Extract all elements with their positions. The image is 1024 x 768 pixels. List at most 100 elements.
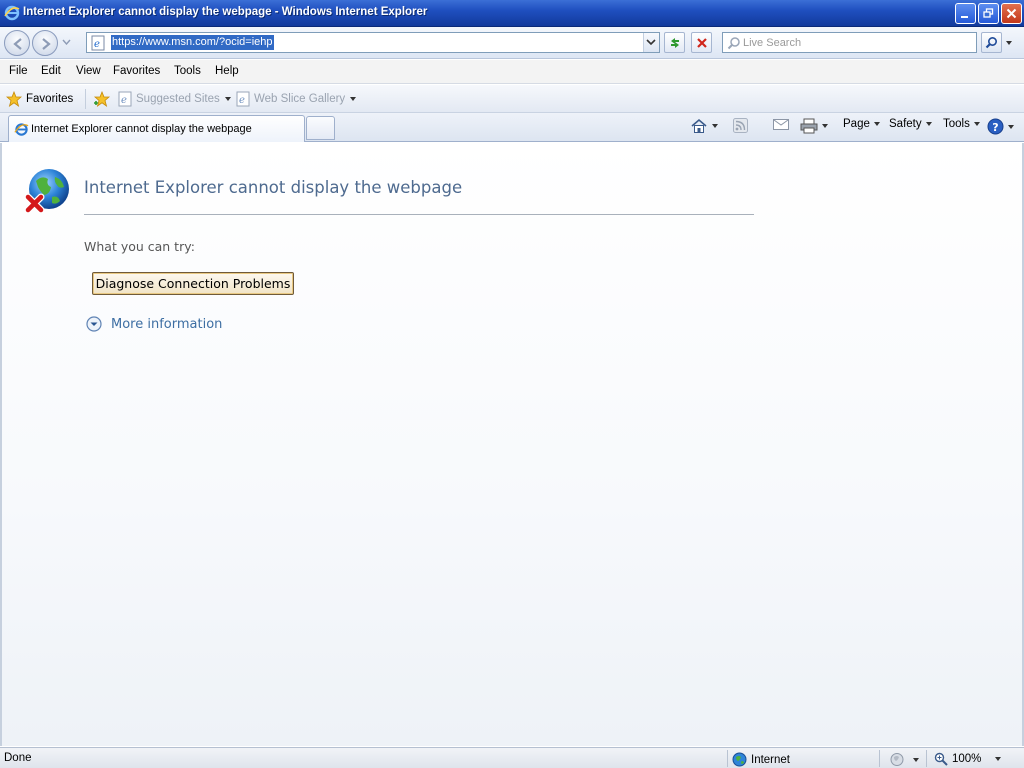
chevron-down-icon	[712, 124, 718, 128]
refresh-button[interactable]	[664, 32, 685, 53]
zone-label: Internet	[751, 753, 790, 766]
diagnose-connection-problems-button[interactable]: Diagnose Connection Problems	[92, 272, 294, 295]
back-arrow-icon	[13, 38, 22, 50]
page-menu-button[interactable]: Page	[843, 118, 881, 130]
what-you-can-try-label: What you can try:	[84, 239, 195, 254]
live-search-icon	[727, 37, 740, 50]
refresh-icon	[670, 37, 679, 48]
chevron-down-icon	[913, 757, 919, 762]
svg-text:e: e	[94, 39, 100, 50]
stop-button[interactable]	[691, 32, 712, 53]
tools-menu-label: Tools	[943, 118, 970, 130]
suggested-sites-label: Suggested Sites	[136, 93, 220, 105]
help-icon: ?	[987, 118, 1004, 135]
back-button[interactable]	[4, 30, 30, 56]
tab-label: Internet Explorer cannot display the web…	[31, 123, 252, 135]
menu-help[interactable]: Help	[215, 65, 239, 77]
menu-tools[interactable]: Tools	[174, 65, 201, 77]
search-box[interactable]	[722, 32, 977, 53]
more-information-label: More information	[111, 316, 223, 332]
page-menu-label: Page	[843, 118, 870, 130]
page-icon: e	[91, 35, 105, 51]
stop-icon	[696, 37, 707, 48]
globe-error-icon	[24, 169, 69, 214]
chevron-down-icon	[822, 124, 828, 128]
web-slice-gallery-button[interactable]: e Web Slice Gallery	[236, 91, 357, 107]
rss-feed-icon	[733, 118, 748, 133]
address-url[interactable]: https://www.msn.com/?ocid=iehp	[111, 35, 274, 50]
chevron-down-icon	[224, 97, 231, 101]
svg-text:e: e	[121, 95, 127, 106]
svg-text:?: ?	[992, 121, 998, 134]
ie-page-icon: e	[118, 91, 132, 107]
search-button[interactable]	[981, 32, 1002, 53]
menu-file[interactable]: File	[9, 65, 28, 77]
status-separator	[926, 750, 927, 767]
page-content: Internet Explorer cannot display the web…	[0, 143, 1024, 746]
close-icon	[1006, 8, 1017, 19]
security-zone[interactable]: Internet	[732, 752, 790, 767]
expand-chevron-icon	[86, 316, 102, 332]
toolbar-separator	[85, 89, 86, 109]
home-icon	[691, 118, 707, 133]
safety-menu-button[interactable]: Safety	[889, 118, 933, 130]
add-favorite-icon	[93, 91, 111, 107]
protected-mode-button[interactable]	[890, 752, 920, 767]
svg-text:e: e	[239, 95, 245, 106]
tab-row: Internet Explorer cannot display the web…	[0, 113, 1024, 142]
zoom-button[interactable]: 100%	[934, 752, 981, 766]
restore-icon	[983, 8, 994, 18]
safety-menu-label: Safety	[889, 118, 922, 130]
tools-menu-button[interactable]: Tools	[943, 118, 981, 130]
zoom-magnifier-icon	[934, 752, 948, 766]
protected-mode-icon	[890, 753, 904, 766]
web-slice-gallery-label: Web Slice Gallery	[254, 93, 346, 105]
status-separator	[879, 750, 880, 767]
favorites-button[interactable]: Favorites	[6, 91, 73, 107]
home-button[interactable]	[690, 118, 719, 134]
favorites-star-icon	[6, 91, 22, 107]
status-bar: Done Internet 100%	[0, 747, 1024, 768]
close-button[interactable]	[1001, 3, 1022, 24]
search-icon	[985, 36, 998, 49]
chevron-down-icon	[1008, 124, 1014, 129]
status-separator	[727, 750, 728, 767]
menu-favorites[interactable]: Favorites	[113, 65, 160, 77]
minimize-button[interactable]	[955, 3, 976, 24]
internet-zone-globe-icon	[732, 752, 747, 767]
ie-page-icon: e	[236, 91, 250, 107]
chevron-down-icon	[350, 97, 357, 101]
window-title: Internet Explorer cannot display the web…	[23, 6, 428, 18]
favorites-bar: Favorites e Suggested Sites e Web Slice …	[0, 85, 1024, 113]
menu-bar: File Edit View Favorites Tools Help	[0, 60, 1024, 84]
new-tab-button[interactable]	[306, 116, 335, 140]
more-information-link[interactable]: More information	[86, 316, 222, 332]
menu-view[interactable]: View	[76, 65, 101, 77]
menu-edit[interactable]: Edit	[41, 65, 61, 77]
search-input[interactable]	[743, 35, 971, 50]
search-options-dropdown[interactable]	[1003, 32, 1015, 53]
feeds-button[interactable]	[733, 118, 748, 133]
page-title: Internet Explorer cannot display the web…	[84, 178, 463, 197]
read-mail-button[interactable]	[773, 118, 789, 131]
divider	[84, 214, 754, 215]
status-text: Done	[4, 752, 32, 764]
suggested-sites-button[interactable]: e Suggested Sites	[118, 91, 232, 107]
restore-button[interactable]	[978, 3, 999, 24]
tab-current[interactable]: Internet Explorer cannot display the web…	[8, 115, 305, 142]
address-field[interactable]: e https://www.msn.com/?ocid=iehp	[86, 32, 660, 53]
help-button[interactable]: ?	[987, 118, 1015, 135]
favorites-label: Favorites	[26, 93, 74, 105]
chevron-down-icon[interactable]	[994, 756, 1002, 762]
internet-explorer-icon	[14, 123, 29, 136]
address-toolbar: e https://www.msn.com/?ocid=iehp	[0, 27, 1024, 59]
add-to-favorites-bar-button[interactable]	[93, 91, 111, 107]
forward-button[interactable]	[32, 30, 58, 56]
printer-icon	[800, 118, 818, 134]
chevron-down-icon	[646, 39, 656, 46]
address-dropdown-button[interactable]	[643, 33, 659, 52]
chevron-down-icon	[873, 122, 880, 126]
recent-pages-dropdown-icon[interactable]	[62, 39, 71, 45]
print-button[interactable]	[800, 118, 829, 134]
chevron-down-icon	[1006, 40, 1012, 45]
